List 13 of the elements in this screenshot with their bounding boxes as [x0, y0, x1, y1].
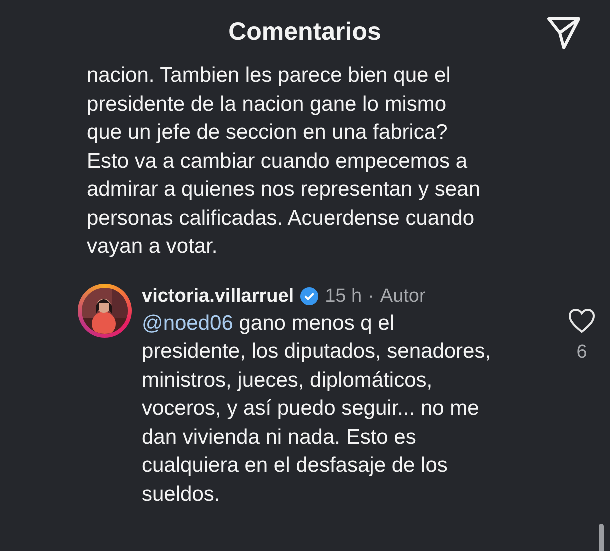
comment-time: 15 h: [325, 286, 362, 308]
send-icon[interactable]: [546, 15, 582, 51]
scroll-bar[interactable]: [599, 524, 604, 551]
separator-dot: ·: [368, 286, 374, 308]
username[interactable]: victoria.villarruel: [142, 286, 294, 308]
author-label: Autor: [380, 286, 426, 308]
window-title: Comentarios: [228, 18, 382, 46]
heart-icon[interactable]: [568, 308, 596, 334]
comment-text: nacion. Tambien les parece bien que el presidente de la nacion gane lo mismo que un jefe de seccion en una fabrica? Esto va a cambiar cuando empecemos a admirar a quienes nos representan y sean personas calificadas. Acuerdense cuando vayan a votar.: [87, 64, 482, 260]
comment-text: @noed06 gano menos q el presidente, los diputados, senadores, ministros, jueces, diplomáticos, voceros, y así puedo seguir... no me dan vivienda ni nada. Esto es cualquiera en el desfasaje de los sueldos.: [142, 310, 492, 508]
like-count: 6: [576, 342, 588, 364]
avatar[interactable]: [78, 284, 132, 338]
mention-link[interactable]: @noed06: [142, 312, 234, 334]
